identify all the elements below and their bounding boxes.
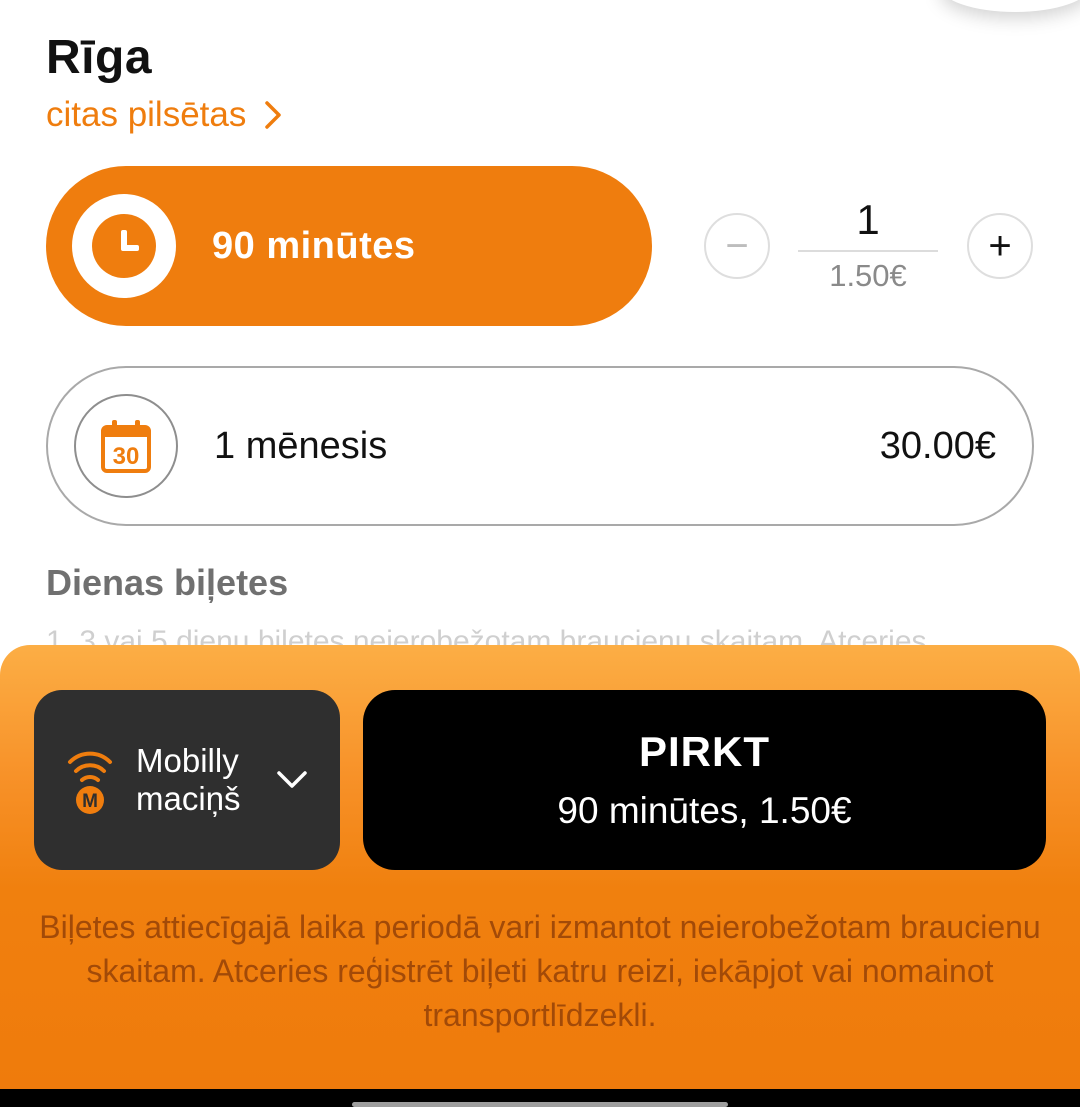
city-title: Rīga	[46, 31, 153, 84]
buy-button-summary: 90 minūtes, 1.50€	[557, 790, 852, 831]
buy-button-title: PIRKT	[639, 728, 770, 775]
other-cities-link[interactable]: citas pilsētas	[46, 95, 282, 135]
top-corner-shadow	[940, 0, 1080, 12]
payment-method-selector[interactable]: M Mobilly maciņš	[34, 690, 340, 870]
mobilly-logo-letter: M	[82, 791, 98, 812]
payment-method-label: Mobilly maciņš	[136, 742, 266, 818]
ticket-1-month[interactable]: 30 1 mēnesis 30.00€	[46, 366, 1034, 526]
quantity-value: 1	[856, 196, 880, 243]
home-gesture-handle[interactable]	[352, 1102, 728, 1107]
increase-quantity-button[interactable]: +	[967, 213, 1033, 279]
ticket-90-minutes[interactable]: 90 minūtes	[46, 166, 652, 326]
ticket-usage-notice: Biļetes attiecīgajā laika periodā vari i…	[39, 909, 1041, 1033]
day-tickets-title: Dienas biļetes	[46, 562, 289, 603]
calendar-day-number: 30	[113, 443, 140, 470]
payment-method-line2: maciņš	[136, 780, 241, 817]
payment-method-line1: Mobilly	[136, 742, 239, 779]
unit-price: 1.50€	[829, 258, 907, 293]
quantity-divider	[798, 250, 938, 252]
ticket-1-month-price: 30.00€	[879, 424, 996, 467]
buy-button[interactable]: PIRKT 90 minūtes, 1.50€	[363, 690, 1046, 870]
ticket-1-month-label: 1 mēnesis	[214, 424, 388, 467]
calendar-30-icon: 30	[74, 394, 178, 498]
decrease-quantity-button[interactable]: −	[704, 213, 770, 279]
other-cities-label: citas pilsētas	[46, 95, 247, 134]
chevron-right-icon	[265, 101, 282, 129]
clock-icon	[72, 194, 176, 298]
purchase-sheet: M Mobilly maciņš PIRKT 90 minūtes, 1.50€…	[0, 645, 1080, 1089]
chevron-down-icon	[277, 771, 307, 788]
mobilly-wallet-icon: M	[68, 751, 112, 814]
ticket-90-minutes-label: 90 minūtes	[212, 224, 416, 267]
